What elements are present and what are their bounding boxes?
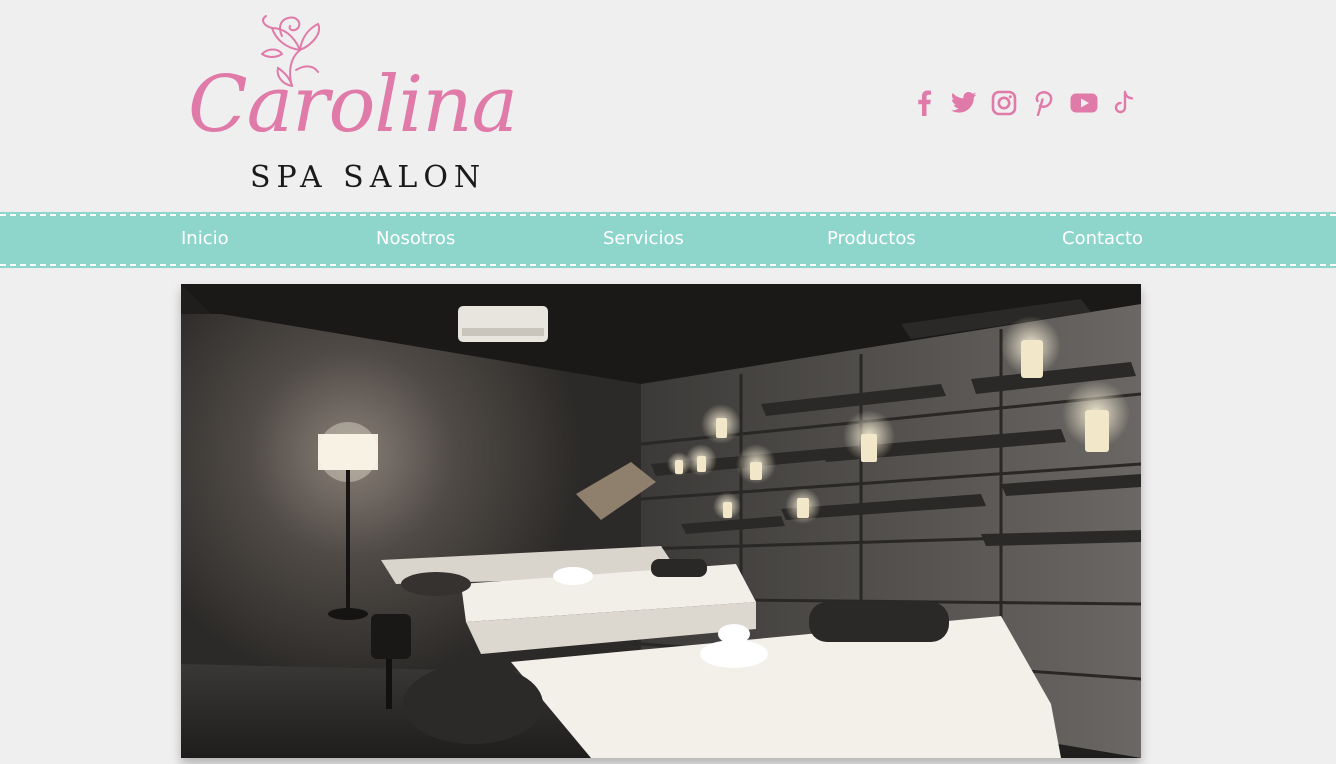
social-links bbox=[910, 88, 1138, 118]
tiktok-icon[interactable] bbox=[1110, 88, 1138, 118]
youtube-icon[interactable] bbox=[1070, 88, 1098, 118]
nav-item-contacto[interactable]: Contacto bbox=[1062, 228, 1143, 249]
twitter-icon[interactable] bbox=[950, 88, 978, 118]
brand-logo[interactable]: Carolina SPA SALON bbox=[186, 14, 518, 200]
nav-item-servicios[interactable]: Servicios bbox=[603, 228, 684, 249]
nav-stitch-bottom bbox=[0, 264, 1336, 266]
facebook-icon[interactable] bbox=[910, 88, 938, 118]
hero-image bbox=[181, 284, 1141, 758]
pinterest-icon[interactable] bbox=[1030, 88, 1058, 118]
page: Carolina SPA SALON Inicio Nosotros Servi… bbox=[0, 0, 1336, 764]
brand-subtitle: SPA SALON bbox=[250, 160, 487, 195]
nav-stitch-top bbox=[0, 214, 1336, 216]
instagram-icon[interactable] bbox=[990, 88, 1018, 118]
brand-script-name: Carolina bbox=[188, 60, 518, 150]
main-nav: Inicio Nosotros Servicios Productos Cont… bbox=[0, 212, 1336, 268]
nav-item-nosotros[interactable]: Nosotros bbox=[376, 228, 455, 249]
nav-item-inicio[interactable]: Inicio bbox=[181, 228, 229, 249]
nav-item-productos[interactable]: Productos bbox=[827, 228, 916, 249]
